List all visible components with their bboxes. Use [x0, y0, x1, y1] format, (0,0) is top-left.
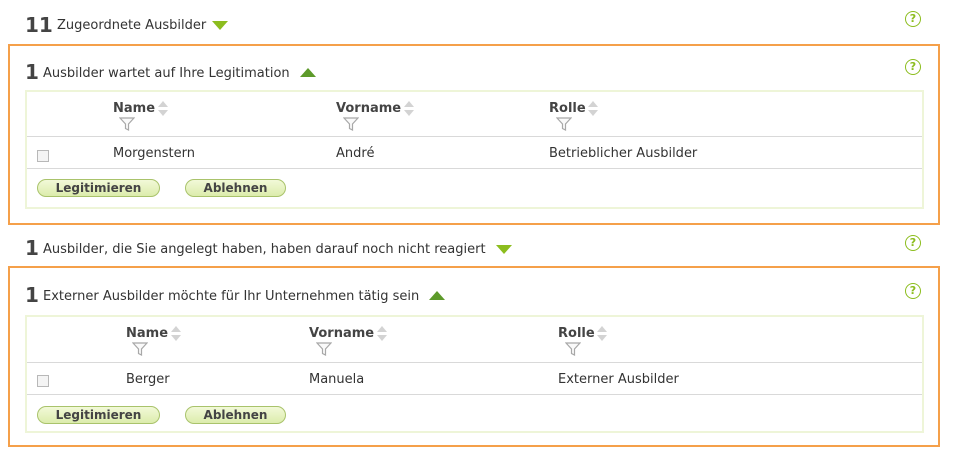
cell-vorname: André	[336, 146, 375, 161]
cell-rolle: Externer Ausbilder	[558, 372, 679, 387]
legitimize-button[interactable]: Legitimieren	[37, 406, 160, 424]
row-checkbox[interactable]	[37, 375, 49, 387]
help-icon[interactable]: ?	[905, 283, 921, 299]
expand-triangle-icon[interactable]	[496, 245, 512, 254]
column-header-vorname[interactable]: Vorname	[336, 101, 401, 116]
section-count: 11	[25, 13, 53, 37]
cell-rolle: Betrieblicher Ausbilder	[549, 146, 698, 161]
column-header-rolle[interactable]: Rolle	[549, 101, 586, 116]
reject-button[interactable]: Ablehnen	[185, 406, 286, 424]
trainer-table: Name Vorname Rolle Morgenstern André Bet…	[25, 90, 924, 209]
divider	[27, 394, 922, 395]
column-header-name[interactable]: Name	[113, 101, 155, 116]
collapse-triangle-icon[interactable]	[300, 68, 316, 77]
sort-icon[interactable]	[171, 326, 181, 342]
section-title[interactable]: Ausbilder wartet auf Ihre Legitimation	[43, 66, 290, 81]
sort-icon[interactable]	[597, 326, 607, 342]
sort-icon[interactable]	[588, 101, 598, 117]
help-icon[interactable]: ?	[905, 11, 921, 27]
cell-name: Morgenstern	[113, 146, 195, 161]
trainer-table: Name Vorname Rolle Berger Manuela Extern…	[25, 315, 924, 433]
section-count: 1	[25, 283, 39, 307]
filter-icon[interactable]	[316, 341, 332, 357]
section-title[interactable]: Externer Ausbilder möchte für Ihr Untern…	[43, 289, 419, 304]
cell-name: Berger	[126, 372, 170, 387]
sort-icon[interactable]	[404, 101, 414, 117]
help-icon[interactable]: ?	[905, 235, 921, 251]
column-header-name[interactable]: Name	[126, 326, 168, 341]
legitimize-button[interactable]: Legitimieren	[37, 179, 160, 197]
filter-icon[interactable]	[119, 116, 135, 132]
panel-pending-legitimation: 1 Ausbilder wartet auf Ihre Legitimation…	[8, 44, 940, 225]
panel-external-trainer: 1 Externer Ausbilder möchte für Ihr Unte…	[8, 266, 940, 447]
column-header-rolle[interactable]: Rolle	[558, 326, 595, 341]
column-header-vorname[interactable]: Vorname	[309, 326, 374, 341]
expand-triangle-icon[interactable]	[212, 21, 228, 30]
help-icon[interactable]: ?	[905, 59, 921, 75]
filter-icon[interactable]	[565, 341, 581, 357]
divider	[27, 362, 922, 363]
filter-icon[interactable]	[556, 116, 572, 132]
filter-icon[interactable]	[343, 116, 359, 132]
section-count: 1	[25, 236, 39, 260]
row-checkbox[interactable]	[37, 150, 49, 162]
sort-icon[interactable]	[377, 326, 387, 342]
section-title[interactable]: Zugeordnete Ausbilder	[57, 18, 206, 33]
filter-icon[interactable]	[132, 341, 148, 357]
divider	[27, 136, 922, 137]
sort-icon[interactable]	[158, 101, 168, 117]
cell-vorname: Manuela	[309, 372, 365, 387]
collapse-triangle-icon[interactable]	[429, 291, 445, 300]
section-count: 1	[25, 60, 39, 84]
divider	[27, 168, 922, 169]
section-title[interactable]: Ausbilder, die Sie angelegt haben, haben…	[43, 242, 486, 257]
reject-button[interactable]: Ablehnen	[185, 179, 286, 197]
